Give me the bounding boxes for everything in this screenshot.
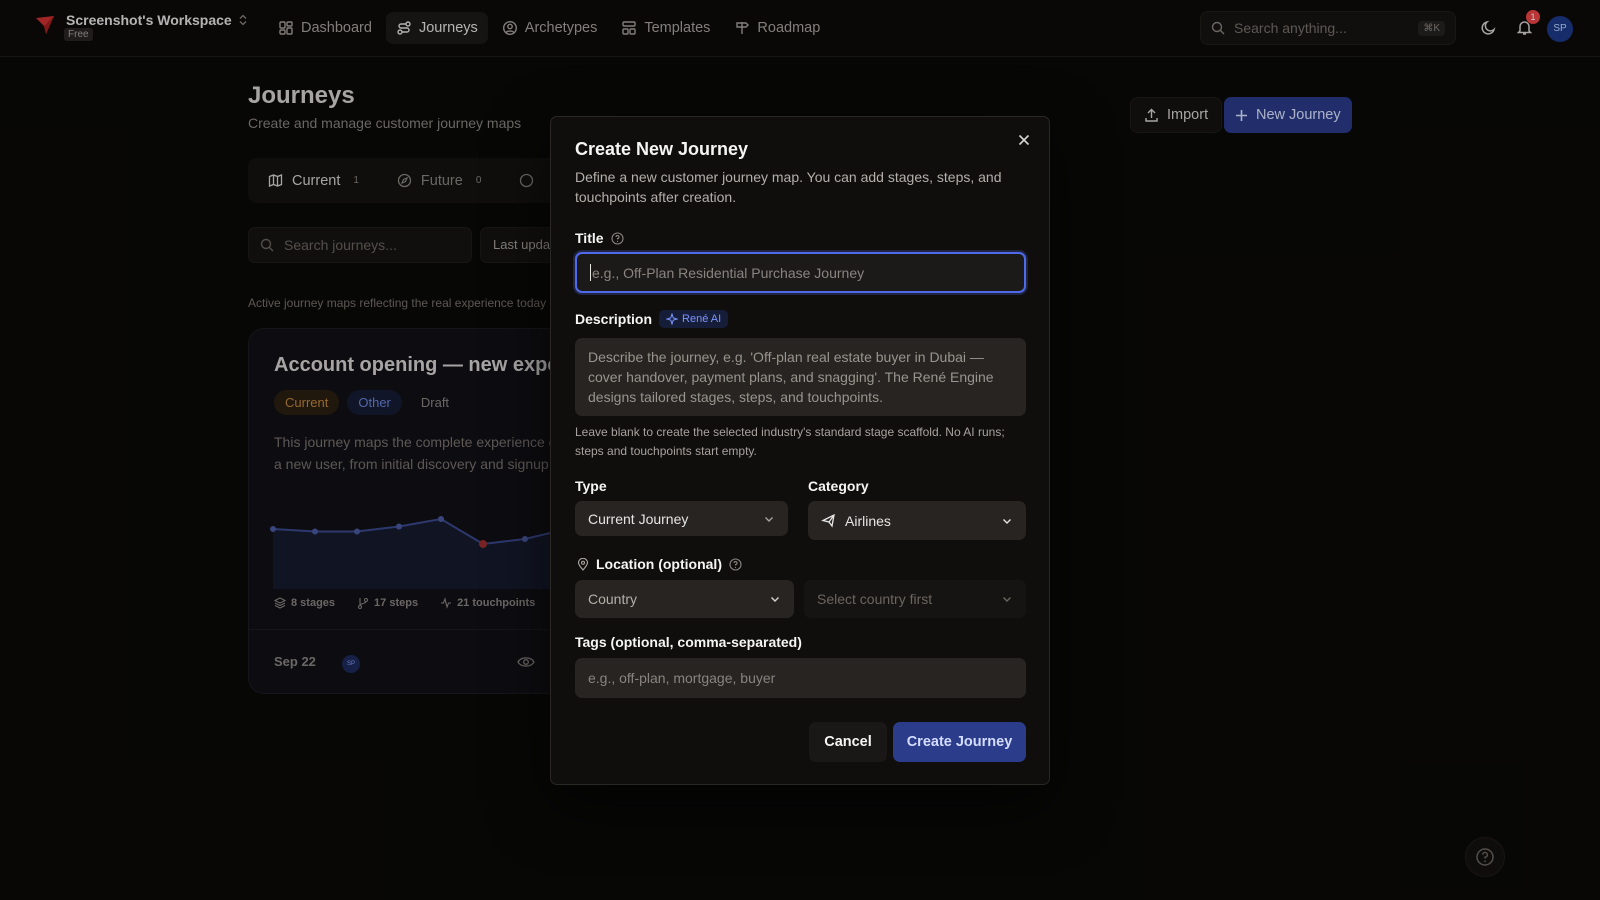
country-select[interactable]: Country bbox=[575, 580, 794, 618]
close-button[interactable] bbox=[1017, 133, 1031, 147]
chevron-down-icon bbox=[1003, 597, 1011, 602]
close-icon bbox=[1018, 134, 1030, 146]
city-select: Select country first bbox=[804, 580, 1026, 618]
dialog-description: Define a new customer journey map. You c… bbox=[575, 169, 1002, 205]
cancel-button[interactable]: Cancel bbox=[809, 722, 887, 762]
help-circle-icon[interactable] bbox=[729, 557, 742, 571]
airplane-icon bbox=[821, 513, 835, 528]
chevron-down-icon bbox=[1003, 518, 1011, 524]
ai-badge: René AI bbox=[659, 310, 729, 328]
chevron-down-icon bbox=[771, 597, 779, 602]
category-label: Category bbox=[808, 478, 869, 494]
map-pin-icon bbox=[577, 557, 589, 571]
type-label: Type bbox=[575, 478, 607, 494]
dialog-title: Create New Journey bbox=[575, 139, 749, 159]
description-textarea[interactable]: Describe the journey, e.g. 'Off-plan rea… bbox=[575, 338, 1026, 416]
tags-input[interactable]: e.g., off-plan, mortgage, buyer bbox=[575, 658, 1026, 698]
tags-label: Tags (optional, comma-separated) bbox=[575, 634, 802, 650]
sparkles-icon bbox=[666, 313, 679, 325]
description-hint: Leave blank to create the selected indus… bbox=[575, 425, 1005, 458]
title-label: Title bbox=[575, 230, 624, 246]
description-label: Description René AI bbox=[575, 310, 729, 328]
title-input[interactable]: e.g., Off-Plan Residential Purchase Jour… bbox=[575, 252, 1026, 293]
category-select[interactable]: Airlines bbox=[808, 501, 1026, 540]
create-journey-dialog: Create New Journey Define a new customer… bbox=[550, 116, 1050, 785]
chevron-down-icon bbox=[765, 516, 773, 522]
location-label: Location (optional) bbox=[577, 556, 742, 572]
text-caret bbox=[590, 264, 591, 281]
type-select[interactable]: Current Journey bbox=[575, 501, 788, 536]
create-journey-button[interactable]: Create Journey bbox=[893, 722, 1026, 762]
help-circle-icon[interactable] bbox=[610, 231, 624, 245]
